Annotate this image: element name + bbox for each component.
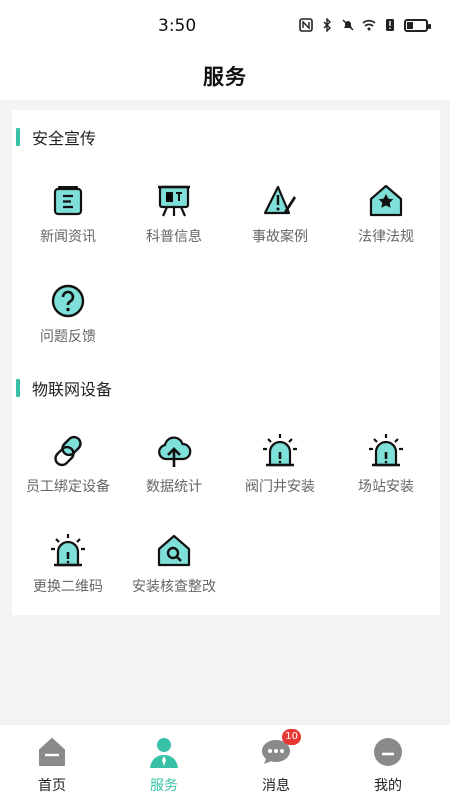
grid-item-news[interactable]: 新闻资讯 [16,182,120,258]
warning-pen-icon [263,185,296,215]
status-time: 3:50 [158,16,197,36]
grid-item-label: 事故案例 [252,229,308,245]
unread-badge: 10 [282,729,301,745]
question-icon [51,284,85,318]
alarm-light-icon [369,434,403,467]
user-icon [150,738,178,768]
newspaper-icon [53,186,83,216]
law-house-icon [369,184,403,217]
tab-messages[interactable]: 10 消息 [220,725,332,800]
grid-item-station-install[interactable]: 场站安装 [334,432,438,508]
grid-item-label: 科普信息 [146,229,202,245]
alarm-light-icon [51,534,85,567]
status-icons [299,18,431,32]
bluetooth-icon [323,18,331,32]
grid-item-label: 安装核查整改 [132,579,216,595]
tab-label: 服务 [150,778,178,794]
tab-label: 首页 [38,778,66,794]
grid-item-accident-cases[interactable]: 事故案例 [228,182,332,258]
tab-service[interactable]: 服务 [108,725,220,800]
grid-item-label: 场站安装 [358,479,414,495]
search-house-icon [157,534,191,567]
home-icon [39,738,65,766]
grid-item-feedback[interactable]: 问题反馈 [16,282,120,358]
section-title-safety: 安全宣传 [16,127,97,148]
grid-item-laws[interactable]: 法律法规 [334,182,438,258]
status-bar: 3:50 [0,0,450,52]
wifi-icon [362,19,376,31]
nfc-icon [299,18,313,32]
grid-item-label: 新闻资讯 [40,229,96,245]
chat-icon-wrap: 10 [259,729,301,769]
tab-label: 消息 [262,778,290,794]
profile-icon [374,738,402,766]
alarm-light-icon [263,434,297,467]
battery-icon [404,18,431,32]
grid-item-label: 员工绑定设备 [26,479,110,495]
bottom-tab-bar: 首页 服务 10 消息 我的 [0,724,450,800]
grid-item-label: 阀门井安装 [245,479,315,495]
grid-item-label: 数据统计 [146,479,202,495]
grid-item-science[interactable]: 科普信息 [122,182,226,258]
tab-profile[interactable]: 我的 [332,725,444,800]
grid-item-label: 问题反馈 [40,329,96,345]
section-accent-bar [16,128,20,146]
grid-item-bind-device[interactable]: 员工绑定设备 [16,432,120,508]
app-header: 服务 [0,52,450,100]
grid-item-label: 法律法规 [358,229,414,245]
section-accent-bar [16,379,20,397]
tab-label: 我的 [374,778,402,794]
grid-item-valve-install[interactable]: 阀门井安装 [228,432,332,508]
easel-icon [158,185,190,217]
section-title-iot: 物联网设备 [16,378,113,399]
tab-home[interactable]: 首页 [0,725,108,800]
page-title: 服务 [203,65,247,89]
alert-icon [386,19,394,31]
section-title-text: 物联网设备 [32,380,113,399]
cloud-upload-icon [158,436,192,467]
grid-item-label: 更换二维码 [33,579,103,595]
grid-item-statistics[interactable]: 数据统计 [122,432,226,508]
service-card: 安全宣传 新闻资讯 科普信息 事故案例 法律法规 问题反馈 物联网设备 员工绑定… [12,110,440,615]
link-icon [54,435,82,467]
grid-item-install-check[interactable]: 安装核查整改 [122,532,226,608]
section-title-text: 安全宣传 [32,129,97,148]
mute-icon [342,19,354,31]
grid-item-replace-qrcode[interactable]: 更换二维码 [16,532,120,608]
